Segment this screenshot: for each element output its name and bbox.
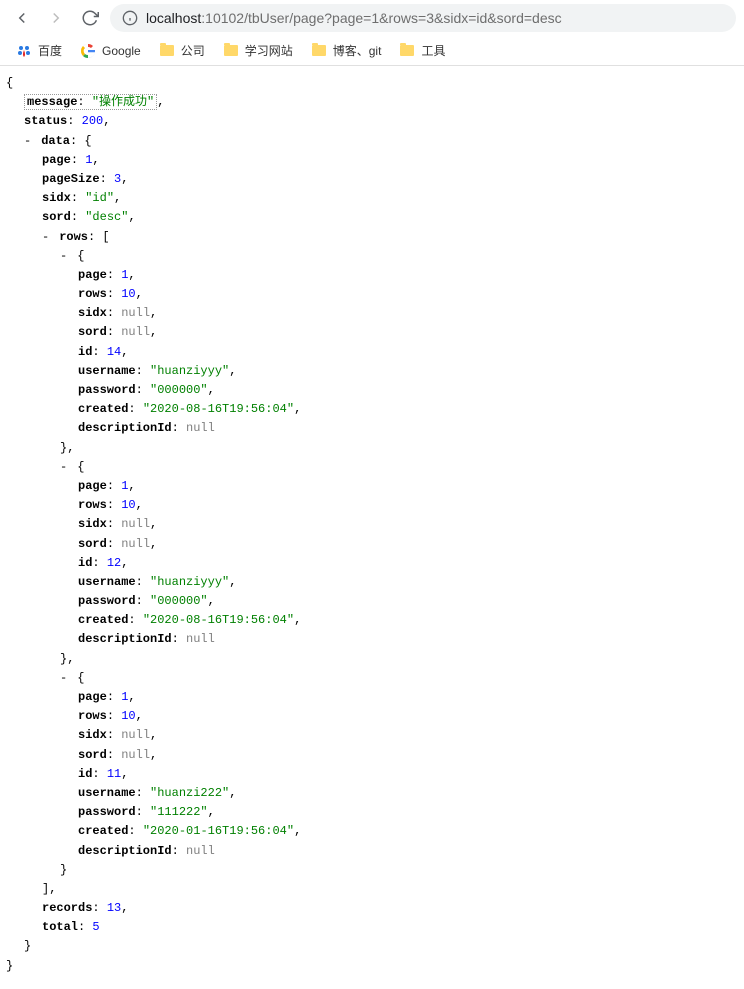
json-row: sord: null,	[6, 535, 738, 554]
folder-icon	[223, 43, 239, 59]
json-array-item: - {	[6, 247, 738, 266]
json-row: password: "111222",	[6, 803, 738, 822]
bookmark-google[interactable]: Google	[80, 43, 141, 59]
json-row: sord: null,	[6, 323, 738, 342]
bookmark-label: Google	[102, 44, 141, 58]
bookmarks-bar: 百度 Google 公司 学习网站 博客、git 工具	[0, 36, 744, 66]
collapse-toggle-icon[interactable]: -	[60, 458, 70, 477]
json-array-item: - {	[6, 669, 738, 688]
url-text: localhost:10102/tbUser/page?page=1&rows=…	[146, 10, 562, 26]
bookmark-xuexi[interactable]: 学习网站	[223, 42, 293, 59]
collapse-toggle-icon[interactable]: -	[42, 228, 52, 247]
json-row: sidx: null,	[6, 304, 738, 323]
json-array-item: - {	[6, 458, 738, 477]
json-row: id: 11,	[6, 765, 738, 784]
json-row: rows: 10,	[6, 285, 738, 304]
json-row: sord: "desc",	[6, 208, 738, 227]
bookmark-label: 公司	[181, 42, 205, 59]
json-brace-close: },	[6, 650, 738, 669]
json-row: page: 1,	[6, 151, 738, 170]
reload-button[interactable]	[76, 4, 104, 32]
json-row: page: 1,	[6, 688, 738, 707]
json-row: pageSize: 3,	[6, 170, 738, 189]
collapse-toggle-icon[interactable]: -	[60, 669, 70, 688]
json-row: rows: 10,	[6, 707, 738, 726]
baidu-icon	[16, 43, 32, 59]
folder-icon	[311, 43, 327, 59]
folder-icon	[399, 43, 415, 59]
json-row: page: 1,	[6, 266, 738, 285]
json-row: username: "huanziyyy",	[6, 362, 738, 381]
json-row-rows: - rows: [	[6, 228, 738, 247]
json-viewer: { message: "操作成功", status: 200, - data: …	[0, 66, 744, 984]
bookmark-label: 工具	[421, 42, 445, 59]
bookmark-boke-git[interactable]: 博客、git	[311, 42, 382, 59]
json-row: sidx: null,	[6, 726, 738, 745]
bookmark-label: 百度	[38, 42, 62, 59]
json-row: id: 12,	[6, 554, 738, 573]
json-row: created: "2020-01-16T19:56:04",	[6, 822, 738, 841]
json-row: sidx: "id",	[6, 189, 738, 208]
reload-icon	[81, 9, 99, 27]
json-bracket-close: ],	[6, 880, 738, 899]
json-row: password: "000000",	[6, 592, 738, 611]
json-row-status: status: 200,	[6, 112, 738, 131]
bookmark-gongsi[interactable]: 公司	[159, 42, 205, 59]
bookmark-label: 学习网站	[245, 42, 293, 59]
json-row: sidx: null,	[6, 515, 738, 534]
google-icon	[80, 43, 96, 59]
bookmark-gongju[interactable]: 工具	[399, 42, 445, 59]
json-row: sord: null,	[6, 746, 738, 765]
json-row: password: "000000",	[6, 381, 738, 400]
json-row: created: "2020-08-16T19:56:04",	[6, 611, 738, 630]
forward-button[interactable]	[42, 4, 70, 32]
info-icon	[122, 10, 138, 26]
browser-toolbar: localhost:10102/tbUser/page?page=1&rows=…	[0, 0, 744, 36]
json-row: descriptionId: null	[6, 630, 738, 649]
json-row: id: 14,	[6, 343, 738, 362]
json-row-data: - data: {	[6, 132, 738, 151]
json-brace-open: {	[6, 74, 738, 93]
json-row: username: "huanzi222",	[6, 784, 738, 803]
address-bar[interactable]: localhost:10102/tbUser/page?page=1&rows=…	[110, 4, 736, 32]
json-row: records: 13,	[6, 899, 738, 918]
json-row: descriptionId: null	[6, 842, 738, 861]
collapse-toggle-icon[interactable]: -	[24, 132, 34, 151]
folder-icon	[159, 43, 175, 59]
json-row: rows: 10,	[6, 496, 738, 515]
bookmark-baidu[interactable]: 百度	[16, 42, 62, 59]
json-brace-close: }	[6, 957, 738, 976]
json-row: username: "huanziyyy",	[6, 573, 738, 592]
back-button[interactable]	[8, 4, 36, 32]
arrow-right-icon	[47, 9, 65, 27]
json-row-message: message: "操作成功",	[6, 93, 738, 112]
bookmark-label: 博客、git	[333, 42, 382, 59]
json-row: page: 1,	[6, 477, 738, 496]
json-row: created: "2020-08-16T19:56:04",	[6, 400, 738, 419]
collapse-toggle-icon[interactable]: -	[60, 247, 70, 266]
json-brace-close: }	[6, 861, 738, 880]
json-brace-close: },	[6, 439, 738, 458]
json-row: total: 5	[6, 918, 738, 937]
json-row: descriptionId: null	[6, 419, 738, 438]
json-brace-close: }	[6, 937, 738, 956]
arrow-left-icon	[13, 9, 31, 27]
